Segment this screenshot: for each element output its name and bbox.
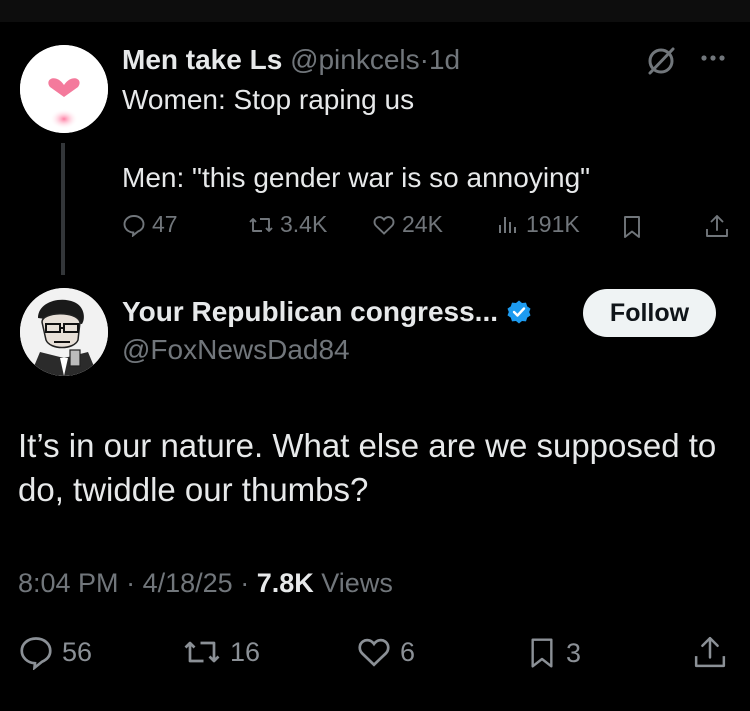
repost-icon xyxy=(184,641,220,663)
reply-icon xyxy=(20,637,52,670)
tweet-age[interactable]: 1d xyxy=(429,44,460,75)
like-count: 6 xyxy=(400,636,416,667)
display-name[interactable]: Your Republican congress... xyxy=(122,296,498,328)
views-count: 191K xyxy=(526,211,580,237)
tweet-text-line-2: Men: "this gender war is so annoying" xyxy=(122,162,591,193)
avatar-foxnewsdad84[interactable] xyxy=(20,288,108,376)
like-icon xyxy=(373,215,395,235)
display-name[interactable]: Men take Ls xyxy=(122,44,282,75)
repost-action[interactable]: 3.4K xyxy=(248,211,327,238)
follow-button[interactable]: Follow xyxy=(583,289,716,337)
bookmark-action[interactable]: 3 xyxy=(526,634,581,672)
share-icon[interactable] xyxy=(692,634,728,670)
views-count[interactable]: 7.8K xyxy=(257,568,314,598)
like-action[interactable]: 6 xyxy=(356,634,415,670)
avatar-cartoon-image xyxy=(20,288,108,376)
tweet-text-line-1: Women: Stop raping us xyxy=(122,84,415,115)
avatar-pinkcels[interactable] xyxy=(20,45,108,133)
reply-action[interactable]: 56 xyxy=(18,634,92,670)
reply-action[interactable]: 47 xyxy=(122,211,178,238)
verified-badge-icon[interactable] xyxy=(506,299,532,325)
views-label: Views xyxy=(321,568,393,598)
like-action[interactable]: 24K xyxy=(372,211,443,238)
repost-icon xyxy=(249,217,273,232)
thread-connector-line xyxy=(61,143,65,275)
tweet-time[interactable]: 8:04 PM xyxy=(18,568,119,598)
separator: · xyxy=(126,568,136,598)
like-icon xyxy=(358,638,390,667)
bookmark-icon xyxy=(531,638,553,668)
tweet-meta: 8:04 PM · 4/18/25 · 7.8K Views xyxy=(18,568,393,599)
tweet-action-bar: 56 16 6 3 xyxy=(18,634,730,674)
more-icon[interactable] xyxy=(698,48,728,68)
status-bar-strip xyxy=(0,0,750,22)
like-count: 24K xyxy=(402,211,443,237)
repost-count: 3.4K xyxy=(280,211,328,237)
avatar-heart-image xyxy=(20,45,108,133)
author-name-row: Your Republican congress... xyxy=(122,296,532,328)
repost-count: 16 xyxy=(230,636,261,667)
tweet-action-bar: 47 3.4K 24K 191K xyxy=(122,211,732,245)
tweet-date[interactable]: 4/18/25 xyxy=(143,568,233,598)
bookmark-icon[interactable] xyxy=(620,214,644,240)
reply-count: 56 xyxy=(62,636,93,667)
views-action[interactable]: 191K xyxy=(496,211,580,238)
handle[interactable]: @pinkcels xyxy=(290,44,420,75)
separator: · xyxy=(240,568,250,598)
author-handle[interactable]: @FoxNewsDad84 xyxy=(122,334,350,366)
bookmark-count: 3 xyxy=(566,637,582,668)
tweet-header: Men take Ls @pinkcels·1d xyxy=(122,44,460,76)
grok-icon[interactable] xyxy=(646,46,676,76)
reply-icon xyxy=(123,214,145,237)
share-icon[interactable] xyxy=(704,213,730,239)
separator: · xyxy=(419,44,429,75)
views-icon xyxy=(499,216,516,233)
repost-action[interactable]: 16 xyxy=(182,634,260,670)
reply-count: 47 xyxy=(152,211,178,237)
tweet-body: It’s in our nature. What else are we sup… xyxy=(18,427,717,508)
